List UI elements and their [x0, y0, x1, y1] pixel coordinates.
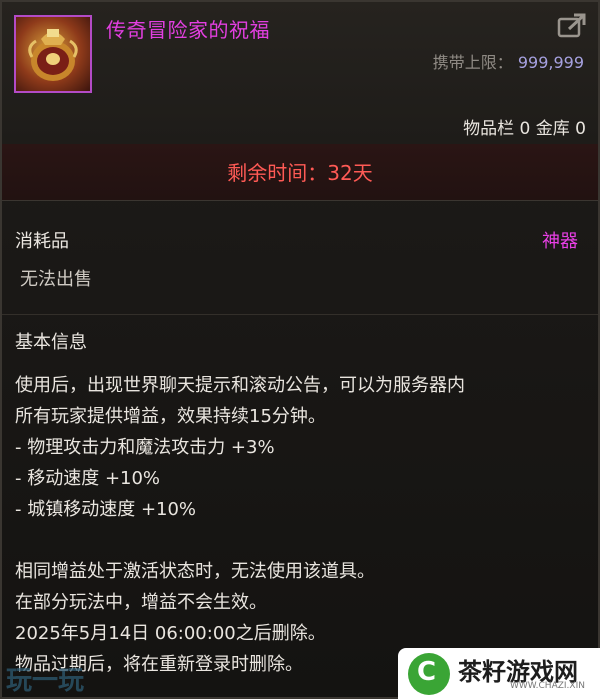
storage-count: 物品栏 0 金库 0	[463, 119, 586, 139]
item-name: 传奇冒险家的祝福	[106, 18, 270, 42]
item-tooltip: 传奇冒险家的祝福 携带上限： 999,999 物品栏 0 金库 0 剩余时间：3…	[0, 0, 600, 699]
remaining-time: 剩余时间：32天	[2, 144, 598, 201]
divider	[2, 314, 598, 315]
description-line: - 移动速度 +10%	[15, 468, 161, 489]
section-title: 基本信息	[15, 332, 87, 353]
description-line: - 物理攻击力和魔法攻击力 +3%	[15, 437, 275, 458]
carry-limit-value: 999,999	[517, 53, 584, 72]
legendary-urn-icon	[14, 15, 92, 93]
site-logo-letter: C	[417, 657, 437, 687]
item-category: 消耗品	[15, 231, 69, 252]
carry-limit-label: 携带上限：	[432, 53, 513, 72]
item-description: 使用后，出现世界聊天提示和滚动公告，可以为服务器内 所有玩家提供增益，效果持续1…	[15, 370, 590, 680]
description-line: 所有玩家提供增益，效果持续15分钟。	[15, 406, 326, 427]
description-line: 在部分玩法中，增益不会生效。	[15, 592, 267, 613]
site-logo-icon: C	[408, 653, 450, 695]
description-line: 相同增益处于激活状态时，无法使用该道具。	[15, 561, 375, 582]
site-watermark: C 茶籽游戏网 WWW.CHAZI.XIN	[398, 648, 600, 699]
site-url: WWW.CHAZI.XIN	[510, 681, 585, 691]
description-line	[15, 525, 590, 556]
trade-status: 无法出售	[20, 269, 92, 290]
carry-limit: 携带上限： 999,999	[433, 49, 584, 73]
watermark-left: 玩一玩	[6, 666, 85, 696]
item-rarity: 神器	[542, 231, 578, 252]
description-line: 使用后，出现世界聊天提示和滚动公告，可以为服务器内	[15, 375, 465, 396]
description-line: 2025年5月14日 06:00:00之后删除。	[15, 623, 326, 644]
tooltip-header: 传奇冒险家的祝福 携带上限： 999,999 物品栏 0 金库 0	[2, 2, 598, 145]
share-icon[interactable]	[556, 12, 588, 40]
description-line: - 城镇移动速度 +10%	[15, 499, 197, 520]
